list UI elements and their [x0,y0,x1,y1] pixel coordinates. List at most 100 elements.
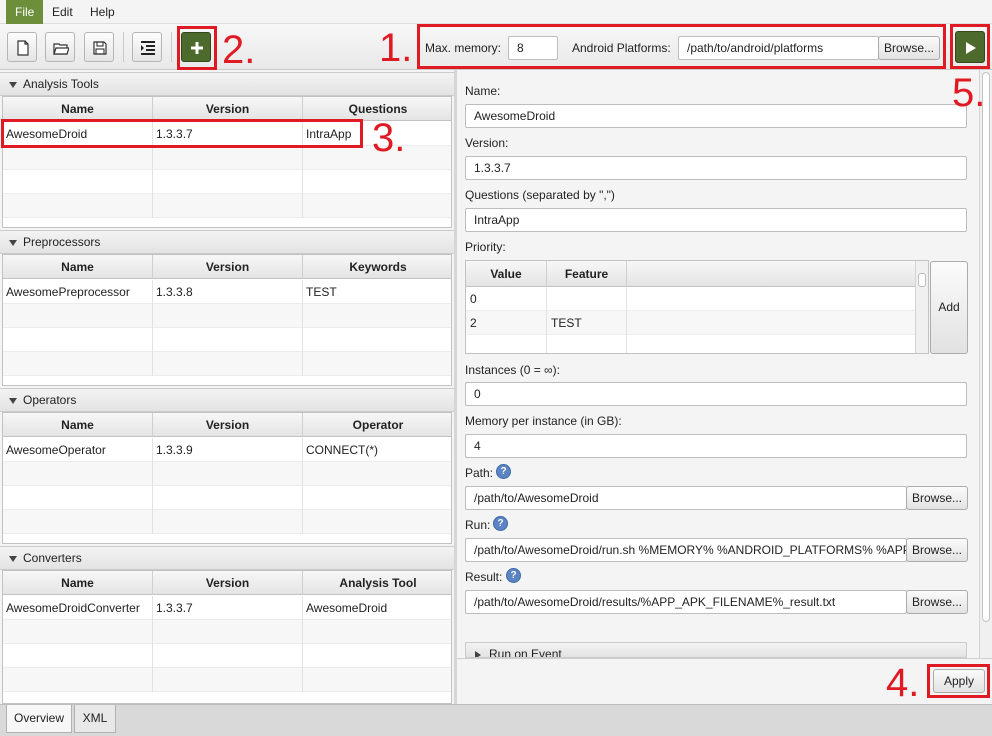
column-header[interactable]: Value [466,261,547,287]
instances-input[interactable]: 0 [465,382,967,406]
table-row[interactable]: AwesomeDroidConverter 1.3.3.7 AwesomeDro… [3,596,451,620]
play-icon [966,42,976,54]
column-header[interactable]: Version [153,571,303,595]
table-cell [466,335,547,353]
table-row-empty [3,486,451,510]
toolbar-separator [171,32,172,62]
view-tabs: Overview XML [0,704,992,736]
table-row-empty [3,304,451,328]
memory-input[interactable]: 4 [465,434,967,458]
questions-input[interactable]: IntraApp [465,208,967,232]
table-row[interactable]: 2 TEST [466,311,916,335]
table-row[interactable]: AwesomePreprocessor 1.3.3.8 TEST [3,280,451,304]
table-row[interactable] [466,335,916,353]
table-row[interactable]: 0 [466,287,916,311]
result-input[interactable]: /path/to/AwesomeDroid/results/%APP_APK_F… [465,590,907,614]
section-title: Preprocessors [23,235,101,249]
table-cell: 1.3.3.7 [153,122,303,146]
table-row-empty [3,328,451,352]
table-cell: AwesomeDroid [306,601,388,615]
android-platforms-input[interactable]: /path/to/android/platforms [678,36,879,60]
run-on-event-label: Run on Event [489,647,562,658]
column-header[interactable]: Keywords [303,255,451,279]
max-memory-label: Max. memory: [425,41,502,55]
table-cell: AwesomePreprocessor [3,280,153,304]
collapse-triangle-icon [9,556,17,562]
table-cell: AwesomeDroidConverter [3,596,153,620]
column-header[interactable]: Name [3,413,153,437]
open-button[interactable] [45,32,75,62]
section-operators[interactable]: Operators [0,388,454,412]
path-browse-button[interactable]: Browse... [906,486,968,510]
result-browse-button[interactable]: Browse... [906,590,968,614]
table-cell: 1.3.3.9 [153,438,303,462]
save-button[interactable] [84,32,114,62]
priority-scrollbar[interactable] [915,261,928,353]
help-icon[interactable]: ? [506,568,521,583]
column-header[interactable]: Name [3,97,153,121]
table-row-empty [3,462,451,486]
collapse-triangle-icon [9,398,17,404]
run-browse-button[interactable]: Browse... [906,538,968,562]
new-file-icon [17,40,29,56]
table-cell: 2 [466,311,547,335]
column-header[interactable]: Name [3,255,153,279]
column-header[interactable]: Version [153,413,303,437]
indent-button[interactable] [132,32,162,62]
section-preprocessors[interactable]: Preprocessors [0,230,454,254]
tab-xml[interactable]: XML [74,705,116,733]
run-label: Run: [465,518,491,532]
tab-overview[interactable]: Overview [6,705,72,733]
add-priority-button[interactable]: Add [930,261,968,354]
add-tool-button[interactable] [181,32,211,62]
help-icon[interactable]: ? [493,516,508,531]
name-input[interactable]: AwesomeDroid [465,104,967,128]
new-file-button[interactable] [7,32,37,62]
column-header[interactable]: Version [153,97,303,121]
run-on-event-section[interactable]: Run on Event [465,642,967,658]
table-cell: 0 [466,287,547,311]
preprocessors-table: Name Version Keywords AwesomePreprocesso… [2,254,452,386]
path-input[interactable]: /path/to/AwesomeDroid [465,486,907,510]
run-input[interactable]: /path/to/AwesomeDroid/run.sh %MEMORY% %A… [465,538,907,562]
section-converters[interactable]: Converters [0,546,454,570]
table-cell: TEST [306,285,337,299]
column-header[interactable]: Name [3,571,153,595]
android-platforms-label: Android Platforms: [572,41,671,55]
expand-triangle-icon [475,651,481,657]
path-label: Path: [465,466,494,480]
split-divider[interactable] [454,70,457,704]
table-header: Name Version Operator [3,413,451,437]
section-analysis-tools[interactable]: Analysis Tools [0,72,454,96]
menu-edit[interactable]: Edit [43,0,82,24]
form-scrollbar[interactable] [979,70,992,658]
annotation-number: 3. [372,116,406,160]
converters-table: Name Version Analysis Tool AwesomeDroidC… [2,570,452,704]
section-title: Operators [23,393,77,407]
version-input[interactable]: 1.3.3.7 [465,156,967,180]
open-folder-icon [53,43,69,55]
column-header[interactable]: Version [153,255,303,279]
column-header[interactable]: Analysis Tool [303,571,451,595]
table-row-empty [3,510,451,534]
help-icon[interactable]: ? [496,464,511,479]
table-header: Name Version Keywords [3,255,451,279]
toolbar: Max. memory: 8 Android Platforms: /path/… [0,24,992,70]
column-header[interactable]: Operator [303,413,451,437]
run-button[interactable] [955,31,985,63]
menu-help[interactable]: Help [81,0,124,24]
max-memory-input[interactable]: 8 [508,36,558,60]
section-title: Analysis Tools [23,77,99,91]
column-header[interactable]: Feature [547,261,627,287]
annotation-number: 4. [886,661,920,705]
menu-file[interactable]: File [6,0,44,24]
platforms-browse-button[interactable]: Browse... [878,36,940,60]
apply-button[interactable]: Apply [933,669,985,693]
table-row[interactable]: AwesomeOperator 1.3.3.9 CONNECT(*) [3,438,451,462]
table-cell: 1.3.3.7 [153,596,303,620]
table-cell: CONNECT(*) [306,443,378,457]
section-title: Converters [23,551,82,565]
version-label: Version: [465,136,509,150]
save-disk-icon [93,41,107,55]
annotation-number: 2. [222,28,256,72]
